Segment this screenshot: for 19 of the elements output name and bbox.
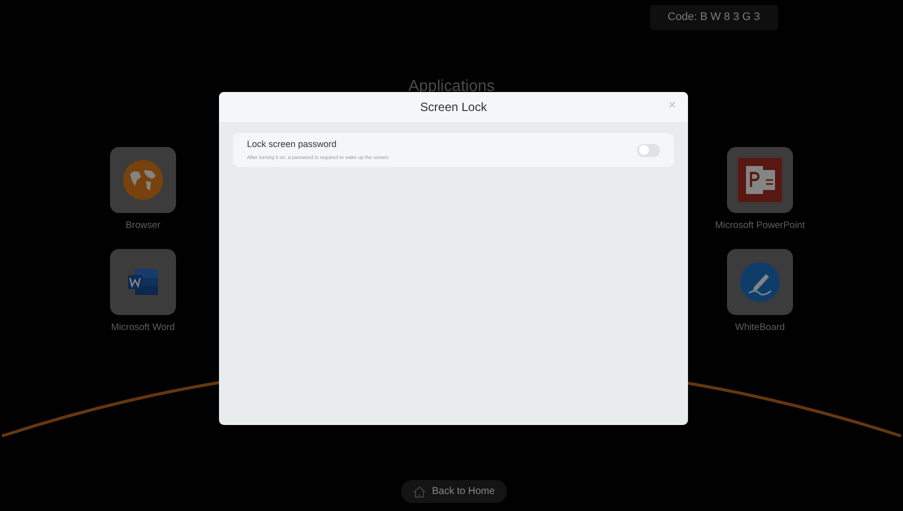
app-tile[interactable] bbox=[110, 248, 176, 315]
powerpoint-icon bbox=[736, 156, 784, 204]
dialog-title: Screen Lock bbox=[420, 99, 487, 116]
code-badge: Code: B W 8 3 G 3 bbox=[650, 5, 778, 30]
app-tile[interactable] bbox=[727, 248, 793, 315]
home-icon bbox=[413, 486, 426, 498]
app-tile[interactable] bbox=[726, 146, 793, 212]
back-to-home-button[interactable]: Back to Home bbox=[401, 480, 507, 503]
pen-icon bbox=[739, 260, 781, 303]
app-name: WhiteBoard bbox=[735, 320, 785, 335]
toggle-switch[interactable] bbox=[637, 144, 660, 156]
setting-label: Lock screen password bbox=[247, 138, 338, 151]
app-name: Microsoft PowerPoint bbox=[715, 218, 805, 232]
app-name: Browser bbox=[126, 218, 160, 232]
page-title: Applications bbox=[407, 76, 496, 96]
word-icon bbox=[127, 268, 159, 296]
app-tile[interactable] bbox=[110, 146, 176, 212]
app-name: Microsoft Word bbox=[111, 320, 175, 335]
globe-icon bbox=[122, 158, 164, 200]
